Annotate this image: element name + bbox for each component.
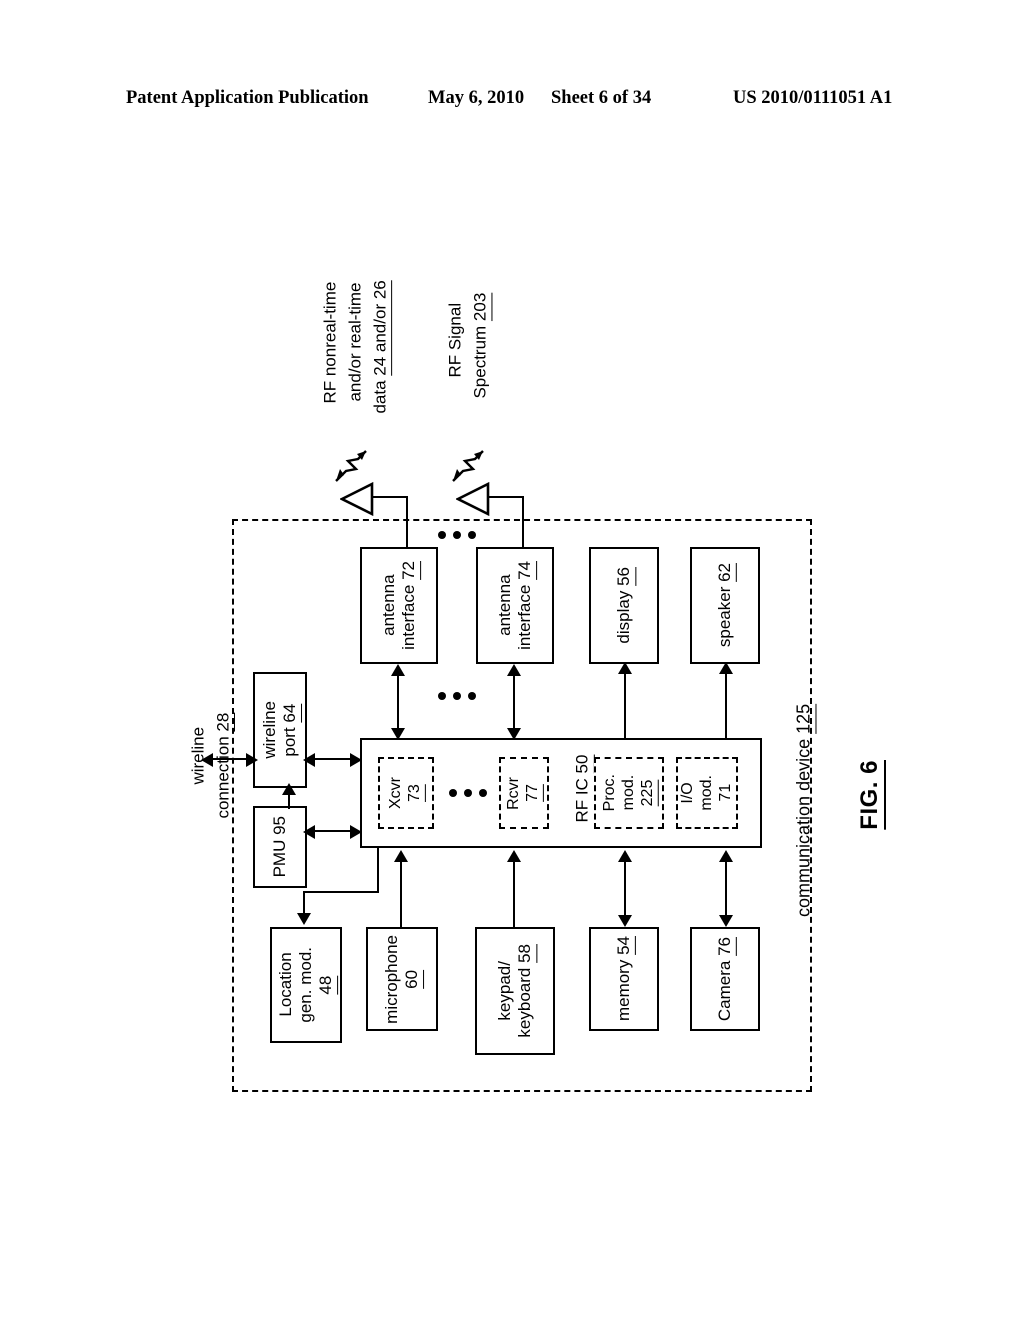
- rf-data-signal-line3: data 24 and/or 26: [370, 280, 390, 414]
- rcvr-77-label: Rcvr 77: [505, 776, 541, 810]
- conn-ai72-rfic-arrow-up: [391, 664, 405, 676]
- keypad-keyboard-58-label: keypad/ keyboard 58: [494, 944, 534, 1038]
- memory-54-label: memory 54: [613, 936, 633, 1022]
- conn-external-wireline-arrow-right: [246, 753, 258, 767]
- rf-spectrum-signal-line2: Spectrum 203: [470, 292, 490, 399]
- antenna-icon-72: [340, 482, 374, 516]
- rf-wave-icon-1: [335, 450, 367, 482]
- figure-caption-text: FIG. 6: [856, 760, 883, 830]
- conn-rfic-locgen-v1: [377, 848, 380, 893]
- conn-external-wireline-arrow-left: [201, 753, 213, 767]
- antenna-icon-74: [456, 482, 490, 516]
- conn-ai72-rfic-arrow-down: [391, 728, 405, 740]
- conn-rfic-speaker: [725, 672, 728, 738]
- antenna-interface-72-label: antenna interface 72: [378, 561, 418, 650]
- conn-ai74-rfic: [513, 672, 516, 736]
- antenna-interface-74-label: antenna interface 74: [494, 561, 534, 650]
- rf-wave-icon-2: [452, 450, 484, 482]
- conn-ai74-rfic-arrow-up: [507, 664, 521, 676]
- speaker-62-block[interactable]: speaker 62: [690, 547, 760, 664]
- wireline-port-64-block[interactable]: wireline port 64: [253, 672, 307, 788]
- conn-pmu-wireline: [288, 793, 291, 809]
- microphone-60-block[interactable]: microphone 60: [366, 927, 438, 1031]
- header-patent-number: US 2010/0111051 A1: [733, 88, 893, 108]
- header-sheet: Sheet 6 of 34: [551, 88, 652, 108]
- conn-rfic-locgen-arrow: [297, 913, 311, 925]
- conn-memory-rfic-arrow-up: [618, 850, 632, 862]
- conn-pmu-rfic-arrow-right: [350, 825, 362, 839]
- conn-ai74-rfic-arrow-down: [507, 728, 521, 740]
- wireline-port-64-label: wireline port 64: [259, 701, 299, 759]
- conn-wireline-rfic-arrow-left: [303, 753, 315, 767]
- rf-spectrum-signal-label-2: Spectrum 203: [450, 285, 491, 415]
- header-date: May 6, 2010: [428, 88, 525, 108]
- antenna-interface-72-block[interactable]: antenna interface 72: [360, 547, 438, 664]
- conn-mic-rfic: [400, 860, 403, 928]
- rf-data-signal-label-3: data 24 and/or 26: [350, 272, 391, 432]
- xcvr-73-block[interactable]: Xcvr 73: [378, 757, 434, 829]
- conn-pmu-wireline-arrow: [282, 783, 296, 795]
- wireline-connection-label-line2: connection 28: [213, 712, 233, 819]
- conn-camera-rfic: [725, 860, 728, 918]
- pmu-95-block[interactable]: PMU 95: [253, 806, 307, 888]
- patent-header: Patent Application Publication May 6, 20…: [0, 88, 1024, 114]
- conn-keypad-rfic-arrow: [507, 850, 521, 862]
- antenna-feed-72-h: [372, 496, 408, 499]
- proc-mod-225-label: Proc. mod. 225: [600, 774, 656, 812]
- figure-caption: FIG. 6: [856, 760, 884, 830]
- camera-76-label: Camera 76: [714, 936, 734, 1022]
- memory-54-block[interactable]: memory 54: [589, 927, 659, 1031]
- io-mod-71-label: I/O mod. 71: [678, 775, 734, 811]
- keypad-keyboard-58-block[interactable]: keypad/ keyboard 58: [475, 927, 555, 1055]
- camera-76-block[interactable]: Camera 76: [690, 927, 760, 1031]
- conn-rfic-locgen-v2: [303, 891, 306, 915]
- conn-pmu-rfic-arrow-left: [303, 825, 315, 839]
- rcvr-77-block[interactable]: Rcvr 77: [499, 757, 549, 829]
- location-gen-mod-48-block[interactable]: Location gen. mod. 48: [270, 927, 342, 1043]
- antenna-row-ellipsis: [438, 531, 476, 539]
- xcvr-73-label: Xcvr 73: [387, 777, 423, 809]
- proc-mod-225-block[interactable]: Proc. mod. 225: [594, 757, 664, 829]
- communication-device-label: communication device 125: [772, 700, 815, 930]
- conn-rfic-display-arrow: [618, 662, 632, 674]
- communication-device-label-text: communication device 125: [793, 703, 814, 917]
- conn-ai72-rfic: [397, 672, 400, 736]
- pmu-95-label: PMU 95: [269, 816, 289, 878]
- interface-row-ellipsis: [438, 692, 476, 700]
- conn-keypad-rfic: [513, 860, 516, 928]
- header-publication: Patent Application Publication: [126, 88, 369, 108]
- rf-ic-row-ellipsis: [449, 789, 487, 797]
- conn-rfic-locgen-h: [303, 891, 379, 894]
- microphone-60-label: microphone 60: [381, 934, 421, 1024]
- conn-mic-rfic-arrow: [394, 850, 408, 862]
- conn-wireline-rfic-arrow-right: [350, 753, 362, 767]
- conn-memory-rfic: [624, 860, 627, 918]
- display-56-block[interactable]: display 56: [589, 547, 659, 664]
- rf-ic-50-label: RF IC 50: [572, 754, 592, 823]
- conn-memory-rfic-arrow-down: [618, 915, 632, 927]
- conn-rfic-speaker-arrow: [719, 662, 733, 674]
- antenna-feed-74-h: [488, 496, 524, 499]
- antenna-interface-74-block[interactable]: antenna interface 74: [476, 547, 554, 664]
- conn-camera-rfic-arrow-up: [719, 850, 733, 862]
- location-gen-mod-48-label: Location gen. mod. 48: [275, 947, 336, 1023]
- io-mod-71-block[interactable]: I/O mod. 71: [676, 757, 738, 829]
- display-56-label: display 56: [613, 567, 633, 644]
- speaker-62-label: speaker 62: [714, 563, 734, 648]
- conn-camera-rfic-arrow-down: [719, 915, 733, 927]
- conn-rfic-display: [624, 672, 627, 738]
